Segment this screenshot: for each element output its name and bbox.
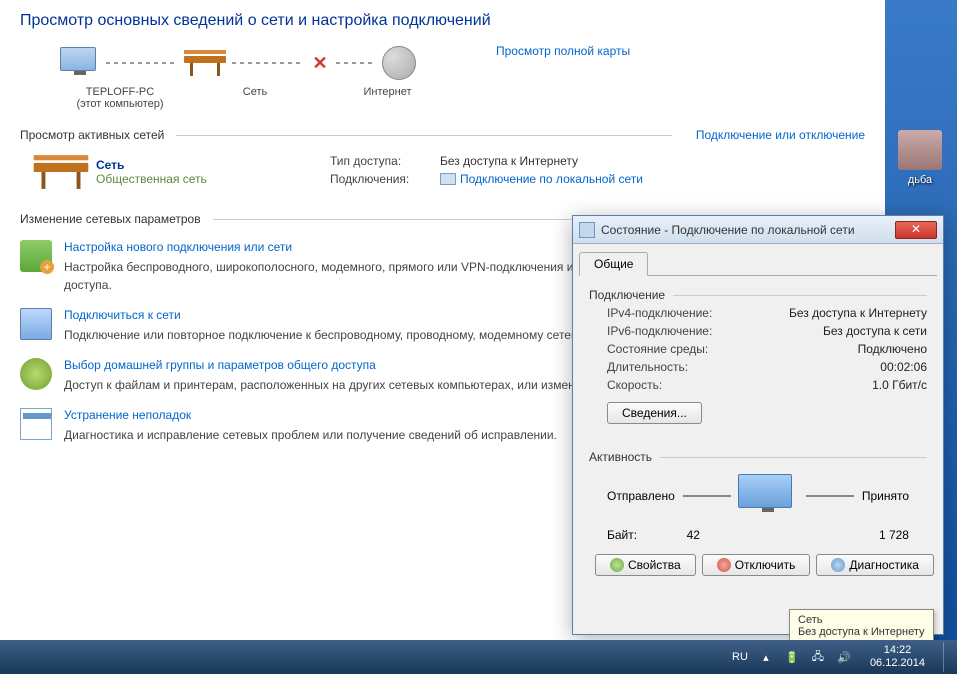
map-node-pc[interactable] bbox=[60, 47, 100, 79]
desktop-shortcut-label: дьба bbox=[895, 174, 945, 186]
clock-time: 14:22 bbox=[870, 644, 925, 657]
dialog-titlebar[interactable]: Состояние - Подключение по локальной сет… bbox=[573, 216, 943, 244]
map-pc-sublabel: (этот компьютер) bbox=[50, 98, 190, 110]
volume-icon[interactable]: 🔊 bbox=[836, 649, 852, 665]
diagnose-button[interactable]: Диагностика bbox=[816, 554, 934, 576]
connection-status-dialog: Состояние - Подключение по локальной сет… bbox=[572, 215, 944, 635]
connections-label: Подключения: bbox=[330, 172, 440, 186]
tooltip-line1: Сеть bbox=[798, 614, 925, 626]
media-state-value: Подключено bbox=[858, 342, 927, 356]
bytes-sent-value: 42 bbox=[687, 528, 700, 542]
page-title: Просмотр основных сведений о сети и наст… bbox=[20, 12, 865, 30]
duration-label: Длительность: bbox=[607, 360, 688, 374]
disconnected-x-icon: ✕ bbox=[310, 53, 330, 73]
activity-line-icon bbox=[683, 495, 731, 497]
map-internet-label: Интернет bbox=[320, 86, 455, 110]
activity-line-icon bbox=[806, 495, 854, 497]
active-networks-label: Просмотр активных сетей bbox=[20, 128, 164, 142]
connection-line-icon bbox=[232, 62, 304, 64]
ipv4-label: IPv4-подключение: bbox=[607, 306, 712, 320]
show-desktop-button[interactable] bbox=[943, 642, 951, 672]
sent-label: Отправлено bbox=[607, 489, 675, 503]
change-settings-label: Изменение сетевых параметров bbox=[20, 212, 201, 226]
ipv6-label: IPv6-подключение: bbox=[607, 324, 712, 338]
task-title: Устранение неполадок bbox=[64, 408, 557, 422]
active-net-type[interactable]: Общественная сеть bbox=[96, 172, 207, 186]
received-label: Принято bbox=[862, 489, 909, 503]
bytes-label: Байт: bbox=[607, 528, 637, 542]
speed-label: Скорость: bbox=[607, 378, 662, 392]
view-full-map-link[interactable]: Просмотр полной карты bbox=[496, 44, 630, 58]
globe-icon bbox=[382, 46, 416, 80]
active-net-name[interactable]: Сеть bbox=[96, 158, 207, 172]
divider-line bbox=[673, 295, 927, 296]
divider-line bbox=[660, 457, 927, 458]
divider-line bbox=[176, 135, 672, 136]
activity-fieldset-label: Активность bbox=[589, 450, 652, 464]
disable-button[interactable]: Отключить bbox=[702, 554, 811, 576]
connect-disconnect-link[interactable]: Подключение или отключение bbox=[696, 128, 865, 142]
network-tray-icon[interactable]: 🖧 bbox=[810, 649, 826, 665]
troubleshoot-icon bbox=[20, 408, 52, 440]
connection-link[interactable]: Подключение по локальной сети bbox=[440, 172, 643, 186]
map-net-label: Сеть bbox=[190, 86, 320, 110]
nic-icon bbox=[579, 222, 595, 238]
clock-date: 06.12.2014 bbox=[870, 657, 925, 670]
battery-icon[interactable]: 🔋 bbox=[784, 649, 800, 665]
media-state-label: Состояние среды: bbox=[607, 342, 708, 356]
system-tray: RU ▴ 🔋 🖧 🔊 14:22 06.12.2014 bbox=[732, 642, 957, 672]
ipv6-value: Без доступа к сети bbox=[823, 324, 927, 338]
new-connection-icon bbox=[20, 240, 52, 272]
network-map: ✕ bbox=[60, 46, 865, 80]
speed-value: 1.0 Гбит/с bbox=[872, 378, 927, 392]
connection-line-icon bbox=[106, 62, 178, 64]
connection-fieldset-label: Подключение bbox=[589, 288, 665, 302]
disable-icon bbox=[717, 558, 731, 572]
access-type-value: Без доступа к Интернету bbox=[440, 154, 578, 168]
computer-icon bbox=[60, 47, 100, 79]
map-pc-label: TEPLOFF-PC bbox=[50, 86, 190, 98]
map-node-network[interactable] bbox=[184, 50, 226, 76]
nic-icon bbox=[440, 173, 456, 185]
diagnose-icon bbox=[831, 558, 845, 572]
properties-icon bbox=[610, 558, 624, 572]
details-button[interactable]: Сведения... bbox=[607, 402, 702, 424]
homegroup-icon bbox=[20, 358, 52, 390]
taskbar[interactable]: RU ▴ 🔋 🖧 🔊 14:22 06.12.2014 bbox=[0, 640, 957, 674]
desktop-shortcut[interactable]: дьба bbox=[895, 130, 945, 186]
ipv4-value: Без доступа к Интернету bbox=[789, 306, 927, 320]
computer-activity-icon bbox=[738, 474, 798, 518]
access-type-label: Тип доступа: bbox=[330, 154, 440, 168]
map-node-internet[interactable] bbox=[382, 46, 416, 80]
bench-icon bbox=[184, 50, 226, 76]
tray-chevron-up-icon[interactable]: ▴ bbox=[758, 649, 774, 665]
dialog-title-text: Состояние - Подключение по локальной сет… bbox=[601, 223, 855, 237]
task-desc: Диагностика и исправление сетевых пробле… bbox=[64, 426, 557, 444]
tab-general[interactable]: Общие bbox=[579, 252, 648, 276]
duration-value: 00:02:06 bbox=[880, 360, 927, 374]
desktop-shortcut-image bbox=[898, 130, 942, 170]
tooltip-line2: Без доступа к Интернету bbox=[798, 626, 925, 638]
connect-network-icon bbox=[20, 308, 52, 340]
connection-name-text: Подключение по локальной сети bbox=[460, 172, 643, 186]
bytes-received-value: 1 728 bbox=[879, 528, 909, 542]
close-button[interactable]: ✕ bbox=[895, 221, 937, 239]
taskbar-clock[interactable]: 14:22 06.12.2014 bbox=[862, 642, 933, 672]
network-tray-tooltip: Сеть Без доступа к Интернету bbox=[789, 609, 934, 643]
language-indicator[interactable]: RU bbox=[732, 651, 748, 663]
properties-button[interactable]: Свойства bbox=[595, 554, 696, 576]
connection-line-icon bbox=[336, 62, 376, 64]
bench-icon bbox=[34, 155, 89, 189]
